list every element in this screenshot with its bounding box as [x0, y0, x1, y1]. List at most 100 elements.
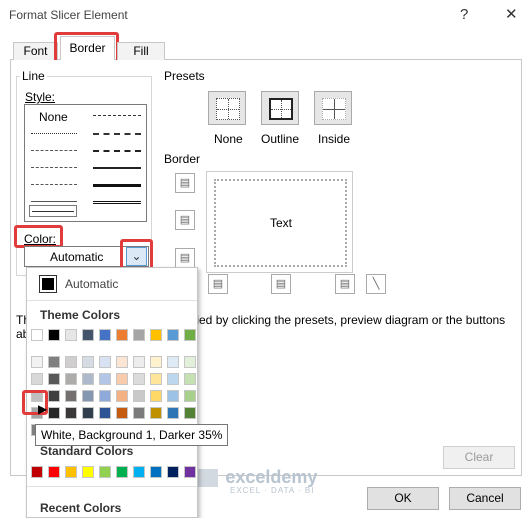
line-style-medium[interactable] [93, 167, 141, 169]
theme-shade-swatch[interactable] [116, 390, 128, 402]
theme-shade-swatch[interactable] [133, 356, 145, 368]
theme-shade-swatch[interactable] [167, 373, 179, 385]
theme-shade-swatch[interactable] [48, 356, 60, 368]
line-style-list[interactable]: None [24, 104, 147, 222]
line-style-selected[interactable] [29, 205, 77, 217]
theme-shade-swatch[interactable] [150, 356, 162, 368]
theme-shade-swatch[interactable] [116, 407, 128, 419]
preset-outline-button[interactable] [261, 91, 299, 125]
theme-shade-swatch[interactable] [48, 390, 60, 402]
theme-shade-swatch[interactable] [65, 407, 77, 419]
theme-shade-swatch[interactable] [65, 356, 77, 368]
theme-color-swatch[interactable] [167, 329, 179, 341]
border-middle-button[interactable]: ▤ [175, 210, 195, 230]
border-bottom-icon: ▤ [179, 252, 191, 264]
tab-font[interactable]: Font [13, 42, 58, 60]
standard-color-swatch[interactable] [82, 466, 94, 478]
theme-shade-swatch[interactable] [31, 373, 43, 385]
theme-shade-swatch[interactable] [150, 390, 162, 402]
border-top-button[interactable]: ▤ [175, 173, 195, 193]
border-left-button[interactable]: ▤ [208, 274, 228, 294]
border-bottom-button[interactable]: ▤ [175, 248, 195, 268]
theme-shade-swatch[interactable] [82, 356, 94, 368]
preset-none-label: None [214, 132, 243, 146]
preset-inside-button[interactable] [314, 91, 352, 125]
theme-shade-swatch[interactable] [167, 356, 179, 368]
theme-shade-swatch[interactable] [133, 373, 145, 385]
border-preview[interactable]: Text [206, 171, 353, 273]
standard-color-swatch[interactable] [150, 466, 162, 478]
theme-shade-swatch[interactable] [65, 373, 77, 385]
theme-shade-swatch[interactable] [99, 373, 111, 385]
help-button[interactable]: ? [460, 7, 468, 23]
theme-shade-swatch[interactable] [184, 373, 196, 385]
standard-color-swatch[interactable] [116, 466, 128, 478]
theme-color-swatch[interactable] [184, 329, 196, 341]
line-style-thin[interactable] [31, 201, 77, 202]
line-style-dashdot-thick[interactable] [93, 133, 141, 135]
automatic-color-option[interactable]: Automatic [31, 272, 193, 296]
standard-color-swatch[interactable] [99, 466, 111, 478]
standard-colors-header: Standard Colors [40, 444, 134, 458]
theme-shade-swatch[interactable] [133, 407, 145, 419]
theme-shade-swatch[interactable] [31, 356, 43, 368]
cancel-button[interactable]: Cancel [449, 487, 521, 510]
standard-color-swatch[interactable] [31, 466, 43, 478]
line-style-thick[interactable] [93, 184, 141, 187]
line-style-dashdotdot[interactable] [93, 115, 141, 116]
border-diagonal-button[interactable]: ╲ [366, 274, 386, 294]
line-style-dash-thick[interactable] [93, 150, 141, 152]
border-right-button[interactable]: ▤ [335, 274, 355, 294]
clear-button[interactable]: Clear [443, 446, 515, 469]
standard-color-swatch[interactable] [48, 466, 60, 478]
ok-button[interactable]: OK [367, 487, 439, 510]
diagonal-line-icon: ╲ [372, 278, 380, 290]
theme-shade-swatch[interactable] [116, 373, 128, 385]
theme-shade-swatch[interactable] [99, 407, 111, 419]
standard-color-swatch[interactable] [167, 466, 179, 478]
theme-color-swatch[interactable] [48, 329, 60, 341]
close-button[interactable]: ✕ [505, 7, 518, 23]
theme-shade-swatch[interactable] [99, 390, 111, 402]
theme-color-swatch[interactable] [150, 329, 162, 341]
theme-shade-swatch[interactable] [184, 390, 196, 402]
theme-color-swatch[interactable] [82, 329, 94, 341]
line-style-double[interactable] [93, 201, 141, 205]
theme-shade-swatch[interactable] [184, 356, 196, 368]
line-style-none[interactable]: None [39, 110, 68, 124]
theme-color-swatch[interactable] [65, 329, 77, 341]
border-center-button[interactable]: ▤ [271, 274, 291, 294]
theme-shade-swatch[interactable] [48, 373, 60, 385]
theme-color-swatch[interactable] [31, 329, 43, 341]
line-style-dash[interactable] [31, 184, 77, 185]
border-center-icon: ▤ [275, 278, 287, 290]
standard-color-swatch[interactable] [65, 466, 77, 478]
theme-color-swatch[interactable] [99, 329, 111, 341]
window-title: Format Slicer Element [9, 8, 128, 22]
theme-shade-swatch[interactable] [82, 390, 94, 402]
theme-shade-swatch[interactable] [48, 407, 60, 419]
theme-color-swatch[interactable] [133, 329, 145, 341]
standard-color-swatch[interactable] [184, 466, 196, 478]
theme-shade-swatch[interactable] [99, 356, 111, 368]
line-style-dashdotdot-thin[interactable] [31, 167, 77, 168]
theme-shade-swatch[interactable] [65, 390, 77, 402]
theme-shade-swatch[interactable] [82, 407, 94, 419]
theme-shade-swatch[interactable] [150, 373, 162, 385]
standard-color-swatch[interactable] [133, 466, 145, 478]
preset-none-button[interactable] [208, 91, 246, 125]
theme-shade-swatch[interactable] [116, 356, 128, 368]
theme-shade-swatch[interactable] [82, 373, 94, 385]
theme-shade-swatch[interactable] [167, 390, 179, 402]
hint-text: plied by clicking the presets, preview d… [187, 313, 506, 327]
theme-shade-swatch[interactable] [150, 407, 162, 419]
line-style-dotted[interactable] [31, 133, 77, 134]
line-style-dashdot[interactable] [31, 150, 77, 151]
theme-shade-swatch[interactable] [167, 407, 179, 419]
swatch-tooltip: White, Background 1, Darker 35% [35, 424, 229, 446]
preset-none-icon [216, 98, 240, 120]
theme-shade-swatch[interactable] [184, 407, 196, 419]
tab-fill[interactable]: Fill [117, 42, 165, 60]
theme-shade-swatch[interactable] [133, 390, 145, 402]
theme-color-swatch[interactable] [116, 329, 128, 341]
